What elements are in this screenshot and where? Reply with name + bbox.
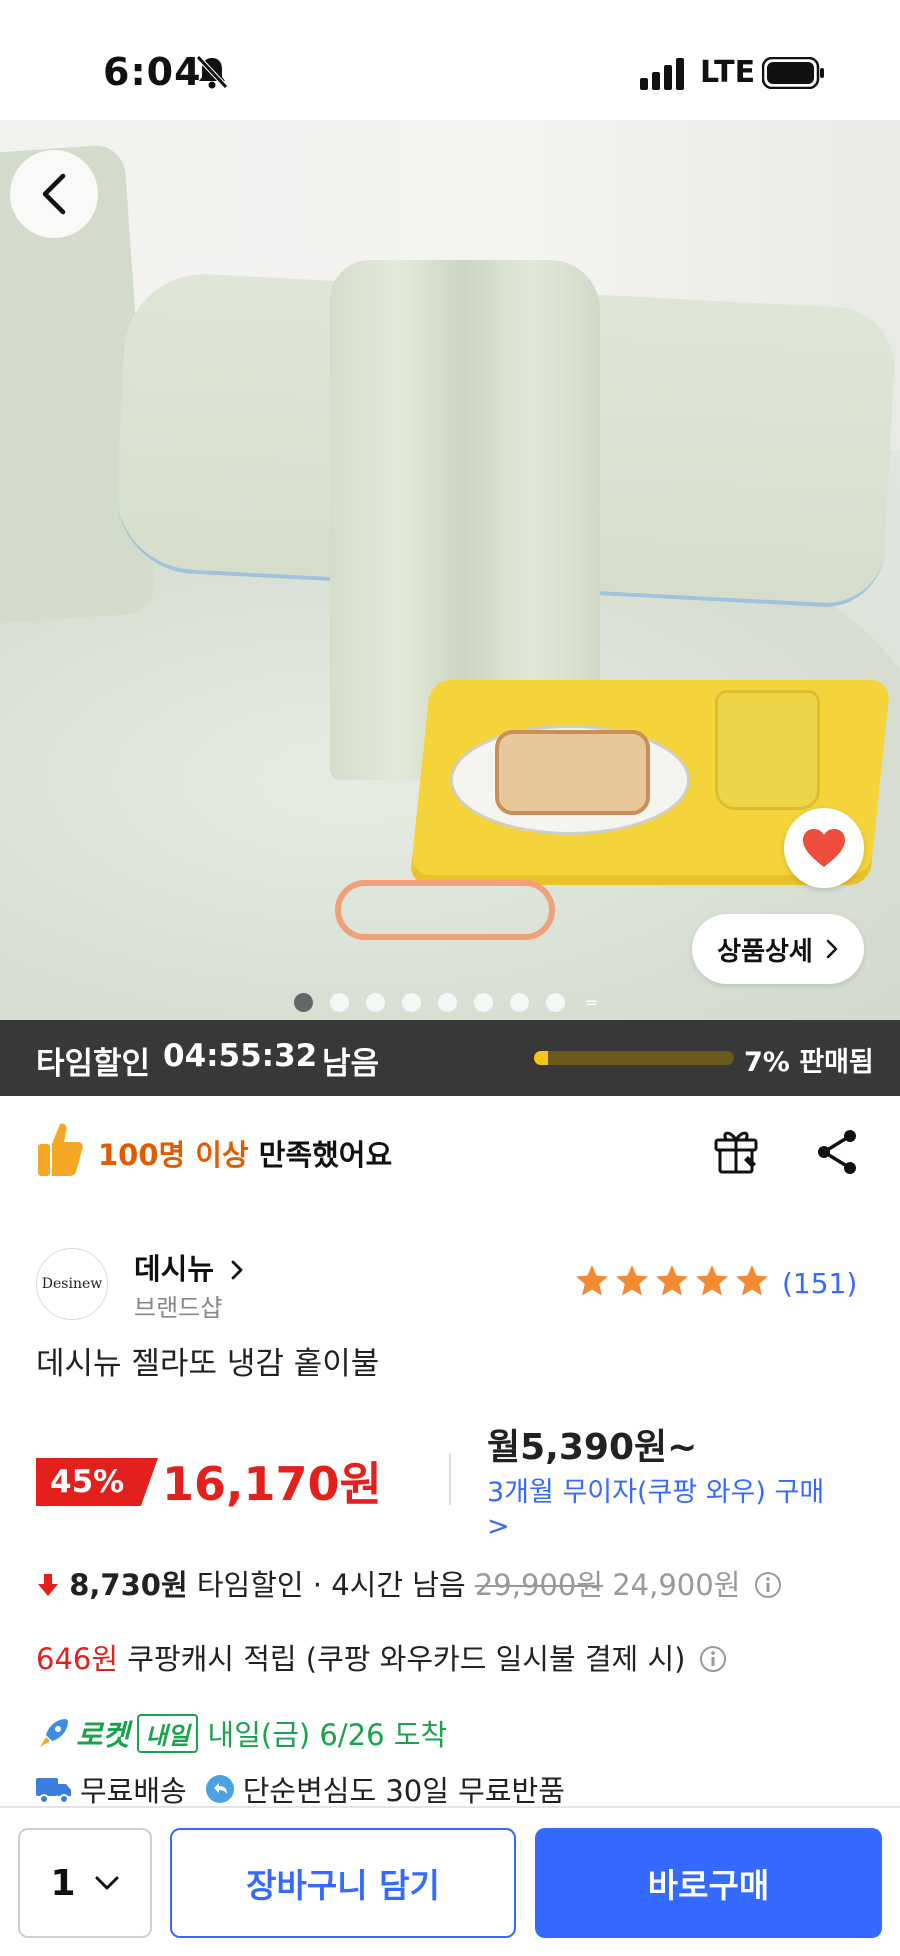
carousel-more-icon: = <box>584 993 599 1012</box>
rocket-label: 로켓 <box>76 1718 130 1752</box>
delivery-badge: 내일 <box>137 1713 198 1753</box>
star-icon <box>576 1265 608 1296</box>
before-timesale-price: 24,900원 <box>603 1568 741 1602</box>
cashback-text: 쿠팡캐시 적립 (쿠팡 와우카드 일시불 결제 시) <box>118 1642 686 1676</box>
status-time: 6:04 <box>103 50 202 94</box>
satisfaction-suffix: 만족했어요 <box>248 1138 393 1172</box>
carousel-dot[interactable] <box>402 993 421 1012</box>
time-sale-text: 타임할인 · 4시간 남음 <box>187 1568 475 1602</box>
buy-now-button[interactable]: 바로구매 <box>535 1828 882 1938</box>
rocket-icon <box>40 1719 68 1747</box>
truck-icon <box>36 1778 71 1804</box>
carousel-indicator: = <box>294 993 601 1012</box>
delivery-row: 로켓 내일 내일(금) 6/26 도착 <box>36 1712 447 1754</box>
discount-badge: 45% <box>36 1458 158 1506</box>
heart-icon <box>803 829 845 867</box>
wishlist-button[interactable] <box>784 808 864 888</box>
quantity-select[interactable]: 1 <box>18 1828 152 1938</box>
product-image[interactable] <box>0 120 900 1020</box>
sold-progress-fill <box>534 1051 548 1065</box>
product-title: 데시뉴 젤라또 냉감 홑이불 <box>36 1346 380 1382</box>
satisfaction-text: 100명 이상 만족했어요 <box>98 1132 392 1174</box>
free-shipping-label: 무료배송 <box>80 1774 187 1808</box>
bell-off-icon <box>196 55 228 89</box>
status-bar: 6:04 LTE <box>0 0 900 120</box>
free-return-label: 단순변심도 30일 무료반품 <box>242 1774 565 1808</box>
chevron-right-icon <box>826 939 838 959</box>
time-sale-amount: 8,730원 <box>69 1568 188 1602</box>
cashback-row: 646원 쿠팡캐시 적립 (쿠팡 와우카드 일시불 결제 시) <box>36 1636 727 1678</box>
share-icon[interactable] <box>814 1128 860 1176</box>
price-divider <box>449 1453 451 1505</box>
star-icon <box>696 1265 728 1296</box>
satisfaction-row: 100명 이상 만족했어요 <box>0 1096 900 1214</box>
back-button[interactable] <box>10 150 98 238</box>
star-icon <box>736 1265 768 1296</box>
network-label: LTE <box>700 55 756 90</box>
monthly-price: 월5,390원~ <box>487 1427 698 1468</box>
star-icon <box>616 1265 648 1296</box>
info-icon[interactable] <box>754 1571 782 1599</box>
info-icon[interactable] <box>699 1645 727 1673</box>
time-sale-price-row: 8,730원 타임할인 · 4시간 남음 29,900원 24,900원 <box>36 1562 782 1604</box>
installment-link[interactable]: 3개월 무이자(쿠팡 와우) 구매 > <box>487 1476 877 1544</box>
back-chevron-icon <box>42 173 66 215</box>
satisfaction-highlight: 100명 이상 <box>98 1138 249 1172</box>
chevron-right-icon <box>231 1260 243 1280</box>
rating-stars[interactable] <box>574 1263 770 1299</box>
product-detail-label: 상품상세 <box>717 936 813 967</box>
seller-subtitle: 브랜드샵 <box>134 1294 223 1322</box>
time-sale-countdown: 04:55:32 <box>163 1038 318 1074</box>
review-count[interactable]: (151) <box>782 1267 857 1300</box>
seller-name-link[interactable]: 데시뉴 <box>134 1246 244 1288</box>
carousel-dot[interactable] <box>366 993 385 1012</box>
thumbs-up-icon <box>38 1123 83 1176</box>
image-sandwich <box>495 730 650 815</box>
gift-icon[interactable] <box>712 1126 760 1176</box>
time-sale-bar: 타임할인 04:55:32 남음 7% 판매됨 <box>0 1020 900 1096</box>
original-price: 29,900원 <box>474 1568 603 1602</box>
seller-logo[interactable]: Desinew <box>36 1248 108 1320</box>
carousel-dot[interactable] <box>510 993 529 1012</box>
installment-chevron: > <box>487 1511 510 1542</box>
arrow-down-icon <box>38 1574 58 1596</box>
chevron-down-icon <box>95 1876 119 1890</box>
shipping-row: 무료배송 단순변심도 30일 무료반품 <box>36 1768 565 1810</box>
carousel-dot[interactable] <box>474 993 493 1012</box>
sold-percent-label: 7% 판매됨 <box>744 1047 874 1078</box>
star-icon <box>656 1265 688 1296</box>
product-detail-button[interactable]: 상품상세 <box>692 914 864 984</box>
time-sale-remain: 남음 <box>322 1046 380 1082</box>
battery-icon <box>762 57 824 89</box>
time-sale-label: 타임할인 <box>36 1046 151 1082</box>
cashback-amount: 646원 <box>36 1642 119 1676</box>
sold-progress-bar <box>534 1051 734 1065</box>
image-glasses <box>335 880 555 940</box>
signal-icon <box>640 58 684 90</box>
bottom-action-bar: 1 장바구니 담기 바로구매 <box>0 1806 900 1956</box>
return-icon <box>205 1775 234 1803</box>
sale-price: 16,170원 <box>162 1457 382 1511</box>
seller-name: 데시뉴 <box>134 1252 215 1286</box>
image-mug <box>715 690 820 810</box>
carousel-dot[interactable] <box>438 993 457 1012</box>
installment-text: 3개월 무이자(쿠팡 와우) 구매 <box>487 1477 825 1508</box>
add-to-cart-button[interactable]: 장바구니 담기 <box>170 1828 516 1938</box>
carousel-dot[interactable] <box>294 993 313 1012</box>
quantity-value: 1 <box>50 1862 76 1904</box>
arrival-date: 내일(금) 6/26 도착 <box>207 1718 448 1752</box>
carousel-dot[interactable] <box>546 993 565 1012</box>
carousel-dot[interactable] <box>330 993 349 1012</box>
